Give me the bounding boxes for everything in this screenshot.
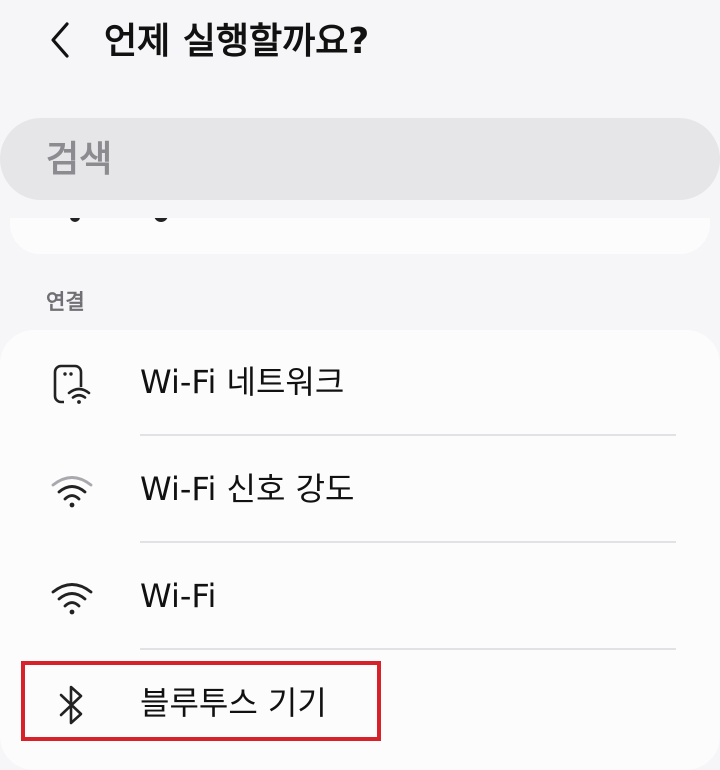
list-item-wifi-network[interactable]: Wi-Fi 네트워크 bbox=[0, 330, 720, 436]
divider bbox=[140, 648, 676, 650]
clipped-icon-fragment bbox=[70, 218, 80, 222]
item-label: Wi-Fi 신호 강도 bbox=[140, 470, 355, 508]
highlight-box bbox=[21, 661, 381, 741]
previous-card-partial bbox=[10, 218, 710, 254]
search-placeholder: 검색 bbox=[46, 139, 113, 180]
item-label: Wi-Fi 네트워크 bbox=[140, 363, 345, 401]
clipped-text-fragment bbox=[154, 218, 168, 222]
list-item-wifi[interactable]: Wi-Fi bbox=[0, 544, 720, 650]
phone-wifi-icon bbox=[46, 358, 98, 410]
item-label: Wi-Fi bbox=[140, 577, 217, 615]
chevron-left-icon bbox=[47, 20, 73, 64]
wifi-signal-strength-icon bbox=[46, 465, 98, 517]
divider bbox=[140, 434, 676, 436]
wifi-icon bbox=[46, 572, 98, 624]
page-title: 언제 실행할까요? bbox=[104, 21, 370, 62]
divider bbox=[140, 541, 676, 543]
back-button[interactable] bbox=[40, 20, 80, 64]
section-label-connection: 연결 bbox=[46, 290, 85, 314]
search-input[interactable]: 검색 bbox=[0, 118, 720, 200]
list-item-wifi-signal-strength[interactable]: Wi-Fi 신호 강도 bbox=[0, 437, 720, 543]
header: 언제 실행할까요? bbox=[0, 0, 720, 90]
